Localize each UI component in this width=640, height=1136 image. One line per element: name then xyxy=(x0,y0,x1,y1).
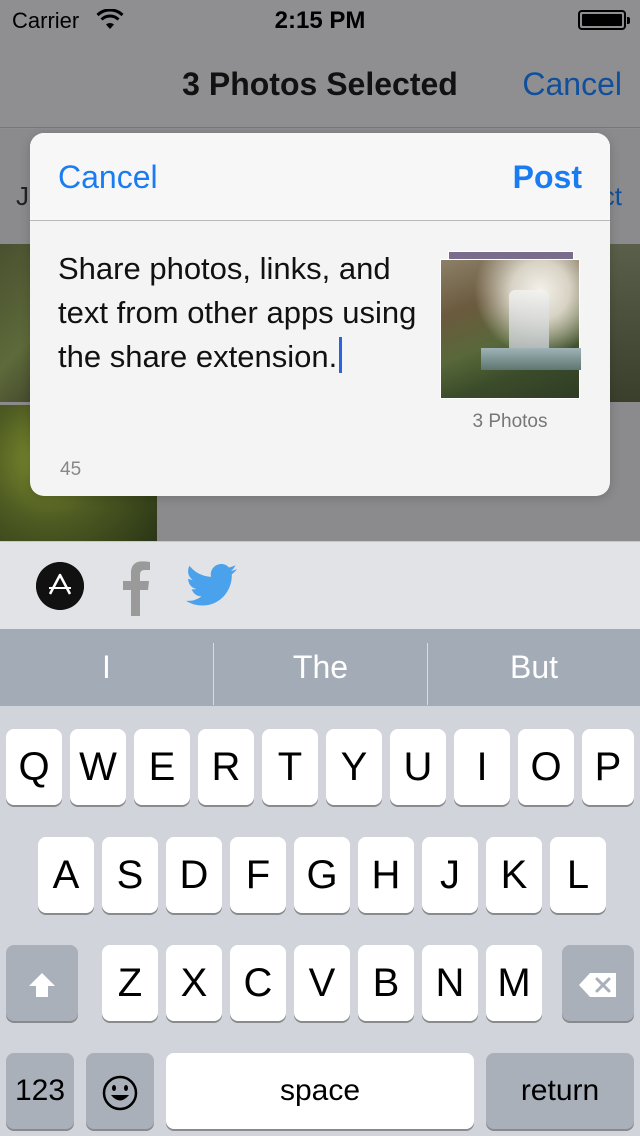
keyboard: I The But Q W E R T Y U I O P A S D F G … xyxy=(0,629,640,1136)
key-g[interactable]: G xyxy=(294,837,350,913)
key-s[interactable]: S xyxy=(102,837,158,913)
key-u[interactable]: U xyxy=(390,729,446,805)
shift-key[interactable] xyxy=(6,945,78,1021)
facebook-icon[interactable] xyxy=(116,556,156,616)
key-w[interactable]: W xyxy=(70,729,126,805)
nav-bar: 3 Photos Selected Cancel xyxy=(0,40,640,128)
app-icon[interactable] xyxy=(36,562,84,610)
key-e[interactable]: E xyxy=(134,729,190,805)
suggestion-bar: I The But xyxy=(0,629,640,706)
photo-thumbnail-front xyxy=(440,259,581,399)
emoji-key[interactable] xyxy=(86,1053,154,1129)
key-i[interactable]: I xyxy=(454,729,510,805)
post-button[interactable]: Post xyxy=(513,159,582,196)
key-d[interactable]: D xyxy=(166,837,222,913)
key-q[interactable]: Q xyxy=(6,729,62,805)
key-n[interactable]: N xyxy=(422,945,478,1021)
character-count: 45 xyxy=(60,459,82,480)
share-text: Share photos, links, and text from other… xyxy=(58,251,417,374)
key-b[interactable]: B xyxy=(358,945,414,1021)
key-a[interactable]: A xyxy=(38,837,94,913)
key-c[interactable]: C xyxy=(230,945,286,1021)
delete-key[interactable] xyxy=(562,945,634,1021)
key-y[interactable]: Y xyxy=(326,729,382,805)
numbers-key[interactable]: 123 xyxy=(6,1053,74,1129)
key-x[interactable]: X xyxy=(166,945,222,1021)
key-k[interactable]: K xyxy=(486,837,542,913)
status-bar: Carrier 2:15 PM xyxy=(0,0,640,40)
suggestion-3[interactable]: But xyxy=(428,629,640,706)
text-caret xyxy=(339,337,343,373)
key-r[interactable]: R xyxy=(198,729,254,805)
key-z[interactable]: Z xyxy=(102,945,158,1021)
twitter-icon[interactable] xyxy=(186,564,238,608)
emoji-icon xyxy=(102,1076,138,1111)
key-h[interactable]: H xyxy=(358,837,414,913)
status-time: 2:15 PM xyxy=(274,7,366,34)
key-f[interactable]: F xyxy=(230,837,286,913)
share-sheet-header: Cancel Post xyxy=(30,133,610,221)
key-o[interactable]: O xyxy=(518,729,574,805)
suggestion-2[interactable]: The xyxy=(214,629,427,706)
attachment-thumbnail-stack xyxy=(440,251,581,401)
photo-thumbnail[interactable] xyxy=(610,244,640,402)
key-p[interactable]: P xyxy=(582,729,634,805)
attachment-count-label: 3 Photos xyxy=(472,411,548,432)
shift-icon xyxy=(29,973,55,998)
battery-icon xyxy=(578,10,630,30)
share-accessory-bar xyxy=(0,541,640,629)
key-t[interactable]: T xyxy=(262,729,318,805)
share-sheet: Cancel Post Share photos, links, and tex… xyxy=(30,133,610,496)
return-key[interactable]: return xyxy=(486,1053,634,1129)
share-cancel-button[interactable]: Cancel xyxy=(58,159,158,196)
suggestion-1[interactable]: I xyxy=(0,629,213,706)
space-bar[interactable]: space xyxy=(166,1053,474,1129)
key-j[interactable]: J xyxy=(422,837,478,913)
delete-icon xyxy=(579,973,616,998)
nav-cancel-button[interactable]: Cancel xyxy=(522,66,622,103)
share-text-field[interactable]: Share photos, links, and text from other… xyxy=(58,247,438,379)
key-l[interactable]: L xyxy=(550,837,606,913)
key-m[interactable]: M xyxy=(486,945,542,1021)
key-v[interactable]: V xyxy=(294,945,350,1021)
